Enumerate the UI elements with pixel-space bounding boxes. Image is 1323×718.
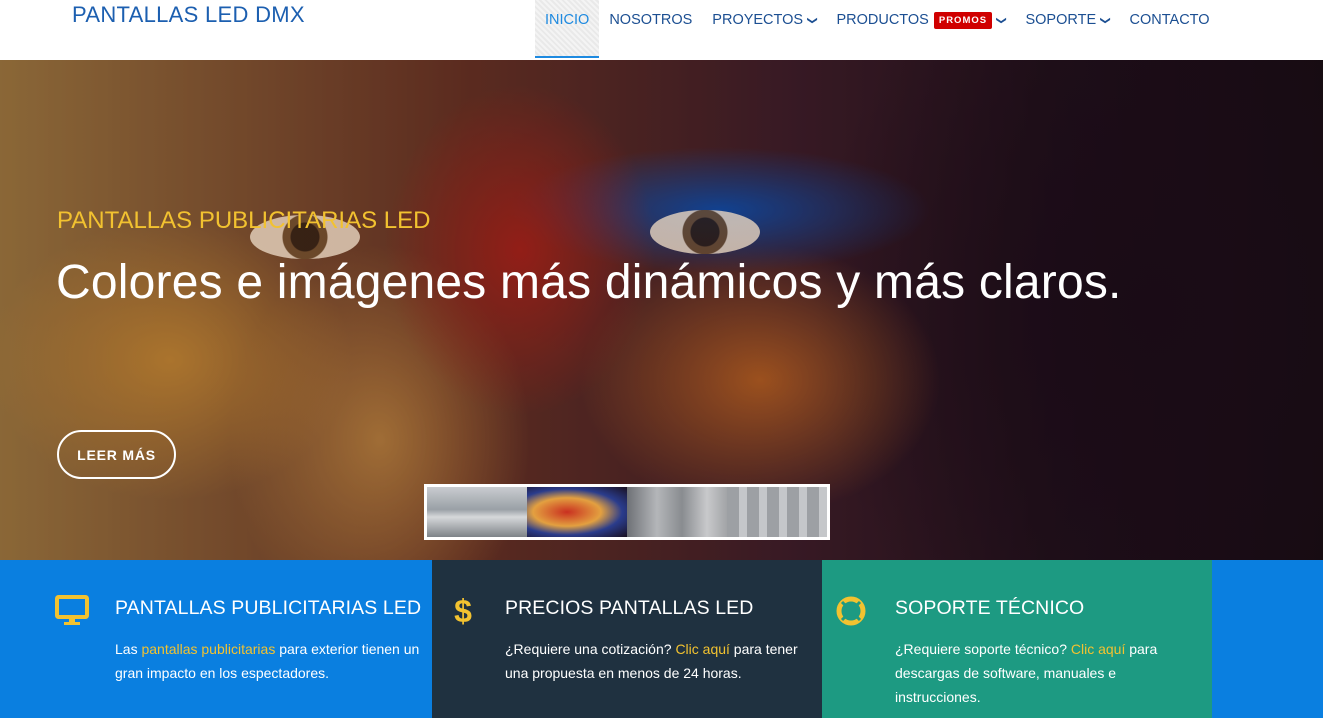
feature-box-soporte: SOPORTE TÉCNICO ¿Requiere soporte técnic… xyxy=(822,560,1212,718)
nav-item-label: CONTACTO xyxy=(1129,12,1210,28)
monitor-icon xyxy=(55,594,89,628)
feature-text: ¿Requiere una cotización? Clic aquí para… xyxy=(505,637,805,685)
feature-box-precios: $ PRECIOS PANTALLAS LED ¿Requiere una co… xyxy=(432,560,822,718)
nav-item-soporte[interactable]: SOPORTE ❯ xyxy=(1015,0,1119,58)
feature-text: Las pantallas publicitarias para exterio… xyxy=(115,637,425,685)
promo-badge[interactable]: PROMOS xyxy=(933,12,993,29)
lifebuoy-icon xyxy=(834,594,868,628)
feature-text-before: Las xyxy=(115,641,142,657)
main-nav: INICIO NOSOTROS PROYECTOS ❯ PRODUCTOS PR… xyxy=(535,0,1220,58)
soporte-link[interactable]: Clic aquí xyxy=(1071,641,1125,657)
features-row: PANTALLAS PUBLICITARIAS LED Las pantalla… xyxy=(0,560,1323,718)
slider-thumbnail-stadium[interactable] xyxy=(427,487,527,537)
chevron-down-icon: ❯ xyxy=(1099,16,1111,25)
feature-text: ¿Requiere soporte técnico? Clic aquí par… xyxy=(895,637,1205,709)
nav-item-label: INICIO xyxy=(545,12,590,28)
pantallas-publicitarias-link[interactable]: pantallas publicitarias xyxy=(141,641,275,657)
slider-thumbnails xyxy=(424,484,830,540)
chevron-down-icon: ❯ xyxy=(806,16,818,25)
slider-thumbnail-indoor[interactable] xyxy=(627,487,727,537)
site-logo[interactable]: PANTALLAS LED DMX xyxy=(72,2,305,28)
hero-slider: PANTALLAS PUBLICITARIAS LED Colores e im… xyxy=(0,60,1323,560)
hero-title: Colores e imágenes más dinámicos y más c… xyxy=(56,256,1122,309)
feature-text-before: ¿Requiere una cotización? xyxy=(505,641,676,657)
feature-title: PRECIOS PANTALLAS LED xyxy=(505,597,754,619)
feature-text-before: ¿Requiere soporte técnico? xyxy=(895,641,1071,657)
nav-item-label: PRODUCTOS xyxy=(836,12,929,28)
dollar-icon: $ xyxy=(454,592,472,629)
hero-image-eye-right xyxy=(650,210,760,254)
feature-title: SOPORTE TÉCNICO xyxy=(895,597,1085,619)
feature-box-pantallas: PANTALLAS PUBLICITARIAS LED Las pantalla… xyxy=(0,560,432,718)
nav-item-label: PROYECTOS xyxy=(712,12,804,28)
nav-item-label: SOPORTE xyxy=(1025,12,1097,28)
nav-item-proyectos[interactable]: PROYECTOS ❯ xyxy=(702,0,826,58)
chevron-down-icon: ❯ xyxy=(995,16,1007,25)
feature-title: PANTALLAS PUBLICITARIAS LED xyxy=(115,597,422,619)
slider-thumbnail-face-active[interactable] xyxy=(527,487,627,537)
cotizacion-link[interactable]: Clic aquí xyxy=(675,641,729,657)
read-more-button[interactable]: LEER MÁS xyxy=(57,430,176,479)
slider-thumbnail-screens[interactable] xyxy=(727,487,827,537)
nav-item-contacto[interactable]: CONTACTO xyxy=(1120,0,1220,58)
nav-item-productos[interactable]: PRODUCTOS PROMOS ❯ xyxy=(826,0,1015,58)
nav-item-nosotros[interactable]: NOSOTROS xyxy=(599,0,702,58)
nav-item-inicio[interactable]: INICIO xyxy=(535,0,600,58)
hero-subtitle: PANTALLAS PUBLICITARIAS LED xyxy=(57,207,431,234)
nav-item-label: NOSOTROS xyxy=(609,12,693,28)
site-header: PANTALLAS LED DMX INICIO NOSOTROS PROYEC… xyxy=(0,0,1323,60)
